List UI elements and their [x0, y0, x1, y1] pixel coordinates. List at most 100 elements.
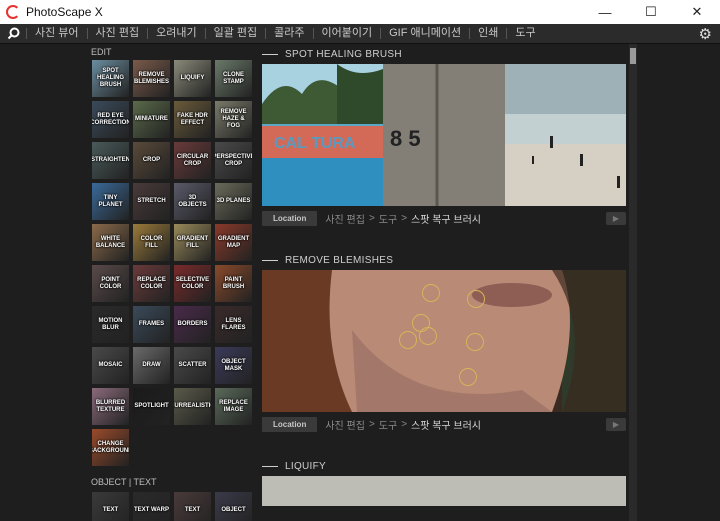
- nav-item-2[interactable]: 오려내기: [147, 28, 204, 39]
- maximize-button[interactable]: ☐: [628, 0, 674, 24]
- location-button[interactable]: Location: [262, 210, 318, 226]
- tool-tile[interactable]: 3D PLANES: [215, 183, 252, 220]
- tool-tile[interactable]: COLOR FILL: [133, 224, 170, 261]
- nav-item-5[interactable]: 이어붙이기: [312, 28, 381, 39]
- tool-tile-label: PAINT BRUSH: [222, 276, 245, 290]
- tool-tile-label: GRADIENT FILL: [176, 235, 209, 249]
- search-icon: [7, 27, 19, 40]
- blemish-circle: [419, 327, 437, 345]
- tool-tile[interactable]: SCATTER: [174, 347, 211, 384]
- nav-item-4[interactable]: 콜라주: [265, 28, 312, 39]
- tool-tile[interactable]: 3D OBJECTS: [174, 183, 211, 220]
- crumb-2: 도구: [378, 214, 398, 226]
- play-icon: ▶: [612, 420, 620, 429]
- tool-tile-label: SPOT HEALING BRUSH: [97, 68, 124, 88]
- tool-tile-label: REPLACE IMAGE: [219, 399, 248, 413]
- tool-tile[interactable]: PERSPECTIVE CROP: [215, 142, 252, 179]
- nav-item-3[interactable]: 일괄 편집: [204, 28, 266, 39]
- tool-tile[interactable]: LENS FLARES: [215, 306, 252, 343]
- nav-item-7[interactable]: 인쇄: [469, 28, 506, 39]
- crumb-current: 스팟 복구 브러시: [411, 420, 481, 432]
- tool-tile-label: 3D PLANES: [216, 198, 251, 204]
- tool-tile[interactable]: TEXT: [92, 492, 129, 521]
- tool-tile[interactable]: FAKE HDR EFFECT: [174, 101, 211, 138]
- window-controls: — ☐ ✕: [582, 0, 720, 24]
- tool-tile-label: TEXT: [102, 507, 119, 513]
- tool-tile-label: DRAW: [142, 362, 161, 368]
- nav-item-0[interactable]: 사진 뷰어: [26, 28, 87, 39]
- tool-tile[interactable]: CHANGE BACKGROUND: [92, 429, 129, 466]
- tool-tile[interactable]: STRETCH: [133, 183, 170, 220]
- tool-tile[interactable]: BLURRED TEXTURE: [92, 388, 129, 425]
- crumb-1: 사진 편집: [325, 214, 365, 226]
- search-button[interactable]: [0, 24, 26, 44]
- close-button[interactable]: ✕: [674, 0, 720, 24]
- tool-tile[interactable]: REPLACE COLOR: [133, 265, 170, 302]
- object-tools-grid: TEXT TEXT WARP TEXT OBJECT: [89, 492, 255, 521]
- play-icon: ▶: [612, 214, 620, 223]
- header-dash: [262, 53, 278, 55]
- tool-tile[interactable]: GRADIENT FILL: [174, 224, 211, 261]
- tool-tile[interactable]: REMOVE BLEMISHES: [133, 60, 170, 97]
- tool-tile[interactable]: FRAMES: [133, 306, 170, 343]
- portrait-photo: [262, 270, 626, 412]
- crumb-separator: >: [368, 212, 375, 224]
- settings-gear-icon[interactable]: ⚙: [699, 25, 712, 43]
- location-bar-spot-healing: Location 사진 편집 > 도구 > 스팟 복구 브러시 ▶: [262, 206, 628, 230]
- remove-blemishes-preview-image: [262, 270, 626, 412]
- tool-tile[interactable]: POINT COLOR: [92, 265, 129, 302]
- header-dash: [262, 259, 278, 261]
- minimize-button[interactable]: —: [582, 0, 628, 24]
- play-video-button[interactable]: ▶: [606, 418, 626, 431]
- tool-tile[interactable]: CIRCULAR CROP: [174, 142, 211, 179]
- nav-item-6[interactable]: GIF 애니메이션: [380, 28, 469, 39]
- nav-item-1[interactable]: 사진 편집: [86, 28, 148, 39]
- crumb-current: 스팟 복구 브러시: [411, 214, 481, 226]
- tool-tile[interactable]: CROP: [133, 142, 170, 179]
- tool-tile[interactable]: SURREALISTIC: [174, 388, 211, 425]
- tool-tile[interactable]: TINY PLANET: [92, 183, 129, 220]
- tool-tile[interactable]: OBJECT: [215, 492, 252, 521]
- play-video-button[interactable]: ▶: [606, 212, 626, 225]
- tool-tile[interactable]: DRAW: [133, 347, 170, 384]
- tool-tile[interactable]: MINIATURE: [133, 101, 170, 138]
- preview-collage: CAL TURA 8 5: [262, 64, 626, 206]
- tool-tile-label: MINIATURE: [135, 116, 168, 122]
- content-scrollbar[interactable]: [629, 44, 637, 521]
- tool-tile-label: LIQUIFY: [180, 75, 205, 81]
- tool-tile[interactable]: BORDERS: [174, 306, 211, 343]
- tool-tile[interactable]: REPLACE IMAGE: [215, 388, 252, 425]
- tool-tile[interactable]: TEXT: [174, 492, 211, 521]
- tool-tile[interactable]: REMOVE HAZE & FOG: [215, 101, 252, 138]
- section-header-liquify: LIQUIFY: [262, 456, 628, 476]
- tool-tile[interactable]: MOTION BLUR: [92, 306, 129, 343]
- tool-tile-label: PERSPECTIVE CROP: [215, 153, 252, 167]
- tool-tile-label: REPLACE COLOR: [137, 276, 166, 290]
- section-title: SPOT HEALING BRUSH: [285, 48, 402, 60]
- tool-tile[interactable]: PAINT BRUSH: [215, 265, 252, 302]
- tool-tile[interactable]: LIQUIFY: [174, 60, 211, 97]
- tool-tile[interactable]: OBJECT MASK: [215, 347, 252, 384]
- tool-tile[interactable]: CLONE STAMP: [215, 60, 252, 97]
- tool-tile-label: CROP: [142, 157, 161, 163]
- tool-tile[interactable]: SPOT HEALING BRUSH: [92, 60, 129, 97]
- blemish-circle: [467, 290, 485, 308]
- crumb-separator: >: [368, 418, 375, 430]
- tool-tile[interactable]: MOSAIC: [92, 347, 129, 384]
- crumb-2: 도구: [378, 420, 398, 432]
- tool-tile[interactable]: SPOTLIGHT: [133, 388, 170, 425]
- tool-tile[interactable]: WHITE BALANCE: [92, 224, 129, 261]
- nav-item-8[interactable]: 도구: [506, 28, 543, 39]
- tool-tile[interactable]: RED EYE CORRECTION: [92, 101, 129, 138]
- tool-tile[interactable]: TEXT WARP: [133, 492, 170, 521]
- location-bar-remove-blemishes: Location 사진 편집 > 도구 > 스팟 복구 브러시 ▶: [262, 412, 628, 436]
- tool-tile-label: SPOTLIGHT: [134, 403, 169, 409]
- crumb-1: 사진 편집: [325, 420, 365, 432]
- tool-tile-label: CLONE STAMP: [223, 71, 244, 85]
- scroll-thumb[interactable]: [630, 48, 636, 64]
- tool-tile[interactable]: GRADIENT MAP: [215, 224, 252, 261]
- tool-tile[interactable]: SELECTIVE COLOR: [174, 265, 211, 302]
- tool-tile[interactable]: STRAIGHTEN: [92, 142, 129, 179]
- spot-healing-preview-image: CAL TURA 8 5: [262, 64, 626, 206]
- location-button[interactable]: Location: [262, 416, 318, 432]
